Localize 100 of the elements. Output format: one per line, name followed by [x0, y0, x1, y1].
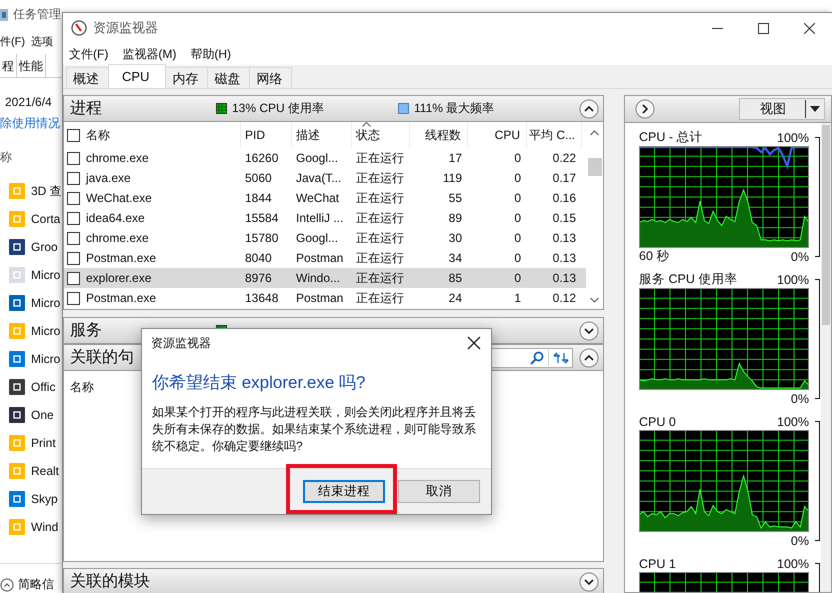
table-cell: 24 — [448, 291, 462, 305]
app-name[interactable]: Groo — [31, 240, 58, 254]
app-name[interactable]: 3D 查 — [31, 182, 62, 200]
frequency-icon — [398, 103, 409, 114]
column-header[interactable]: 平均 C... — [528, 126, 575, 144]
app-name[interactable]: Realt — [31, 464, 60, 478]
table-cell: 55 — [448, 191, 462, 205]
table-row[interactable]: chrome.exe 15780 Googl... 正在运行 30 0 0.13 — [64, 228, 586, 248]
table-cell: chrome.exe — [86, 151, 149, 165]
tab[interactable]: 程 — [0, 54, 17, 78]
menu-item[interactable]: 件(F) — [0, 34, 26, 50]
table-cell: 1 — [514, 291, 521, 305]
app-name[interactable]: Skyp — [31, 492, 58, 506]
menu-item[interactable]: 文件(F) — [69, 46, 108, 62]
dialog-button[interactable]: 取消 — [398, 480, 480, 503]
caret-icon — [810, 106, 820, 112]
cpu-meter-icon — [216, 103, 227, 114]
close-icon[interactable] — [804, 22, 814, 34]
table-cell: 34 — [448, 251, 462, 265]
table-cell: 0.22 — [552, 151, 576, 165]
table-cell: 5060 — [245, 171, 272, 185]
tab[interactable]: 网络 — [249, 67, 292, 88]
tab[interactable]: 内存 — [165, 67, 208, 88]
table-row[interactable]: Postman.exe 13648 Postman 正在运行 24 1 0.12 — [64, 288, 586, 308]
checkbox[interactable] — [67, 152, 80, 164]
table-cell: 17 — [448, 151, 462, 165]
table-cell: 1844 — [245, 191, 272, 205]
checkbox[interactable] — [67, 212, 80, 224]
footer-link[interactable]: 简略信 — [18, 576, 54, 593]
checkbox[interactable] — [67, 232, 80, 244]
app-name[interactable]: Micro — [31, 324, 60, 338]
expand-panel-icon[interactable] — [635, 99, 655, 119]
app-icon — [9, 407, 25, 423]
table-row[interactable]: explorer.exe 8976 Windo... 正在运行 85 0 0.13 — [64, 268, 586, 288]
view-dropdown[interactable]: 视图 — [739, 98, 825, 120]
column-header[interactable]: PID — [245, 128, 266, 142]
maximize-icon[interactable] — [758, 22, 768, 34]
menu-item[interactable]: 选项 — [31, 34, 54, 50]
table-cell: 0.12 — [552, 291, 576, 305]
refresh-icon[interactable] — [553, 350, 569, 364]
section-title: 服务 — [70, 321, 103, 341]
section-header[interactable]: 关联的模块 — [63, 568, 604, 593]
column-header[interactable]: CPU — [494, 128, 520, 142]
app-name[interactable]: Print — [31, 436, 56, 450]
app-name[interactable]: Micro — [31, 296, 60, 310]
expand-icon[interactable] — [579, 320, 599, 340]
checkbox[interactable] — [67, 128, 80, 142]
column-header[interactable]: 状态 — [356, 126, 380, 144]
app-name[interactable]: One — [31, 408, 54, 422]
tab[interactable]: 性能 — [17, 54, 46, 78]
app-icon — [0, 8, 10, 22]
table-row[interactable]: Postman.exe 8040 Postman 正在运行 34 0 0.13 — [64, 248, 586, 268]
table-cell: 13648 — [245, 291, 278, 305]
app-icon — [9, 183, 25, 199]
chevron-circle-icon — [0, 578, 14, 592]
app-icon — [9, 295, 25, 311]
app-name[interactable]: Micro — [31, 352, 60, 366]
app-icon — [9, 463, 25, 479]
app-name[interactable]: Corta — [31, 212, 60, 226]
column-header[interactable]: 名称 — [86, 126, 110, 144]
table-cell: 0.17 — [552, 171, 576, 185]
app-name[interactable]: Offic — [31, 380, 56, 394]
section-header[interactable]: 进程 13% CPU 使用率 111% 最大频率 — [63, 95, 604, 122]
checkbox[interactable] — [67, 272, 80, 284]
table-cell: 8040 — [245, 251, 272, 265]
app-icon — [9, 323, 25, 339]
menu-item[interactable]: 监视器(M) — [122, 46, 176, 62]
column-header[interactable]: 描述 — [296, 126, 320, 144]
table-row[interactable]: WeChat.exe 1844 WeChat 正在运行 55 0 0.16 — [64, 188, 586, 208]
collapse-icon[interactable] — [579, 348, 599, 368]
scrollbar[interactable] — [821, 123, 831, 592]
dialog-message: 如果某个打开的程序与此进程关联，则会关闭此程序并且将丢失所有未保存的数据。如果结束某个系统进程，则可能导致系统不稳定。你确定要继续吗? — [151, 404, 477, 455]
checkbox[interactable] — [67, 292, 80, 304]
scrollbar-thumb[interactable] — [588, 158, 602, 176]
tab[interactable]: CPU — [108, 64, 166, 88]
checkbox[interactable] — [67, 252, 80, 264]
table-cell: 0 — [514, 211, 521, 225]
link[interactable]: 除使用情况 — [0, 115, 62, 136]
table-row[interactable]: idea64.exe 15584 IntelliJ ... 正在运行 89 0 0.15 — [64, 208, 586, 228]
table-cell: 正在运行 — [356, 210, 404, 226]
table-cell: explorer.exe — [86, 271, 152, 285]
dialog-button[interactable]: 结束进程 — [303, 480, 385, 503]
app-name[interactable]: Micro — [31, 268, 60, 282]
table-cell: 15780 — [245, 231, 278, 245]
table-cell: 正在运行 — [356, 270, 404, 286]
table-cell: idea64.exe — [86, 211, 145, 225]
app-name[interactable]: Wind — [31, 520, 58, 534]
checkbox[interactable] — [67, 192, 80, 204]
column-header[interactable]: 线程数 — [425, 126, 461, 144]
table-cell: 正在运行 — [356, 250, 404, 266]
menu-item[interactable]: 帮助(H) — [190, 46, 231, 62]
checkbox[interactable] — [67, 172, 80, 184]
column-header[interactable]: 称 — [0, 149, 62, 171]
scrollbar-thumb[interactable] — [822, 125, 830, 325]
tab[interactable]: 概述 — [66, 67, 109, 88]
expand-icon[interactable] — [579, 572, 599, 592]
collapse-icon[interactable] — [579, 98, 599, 118]
table-row[interactable]: java.exe 5060 Java(T... 正在运行 119 0 0.17 — [64, 168, 586, 188]
table-row[interactable]: chrome.exe 16260 Googl... 正在运行 17 0 0.22 — [64, 148, 586, 168]
window-title: 任务管理 — [13, 6, 61, 24]
